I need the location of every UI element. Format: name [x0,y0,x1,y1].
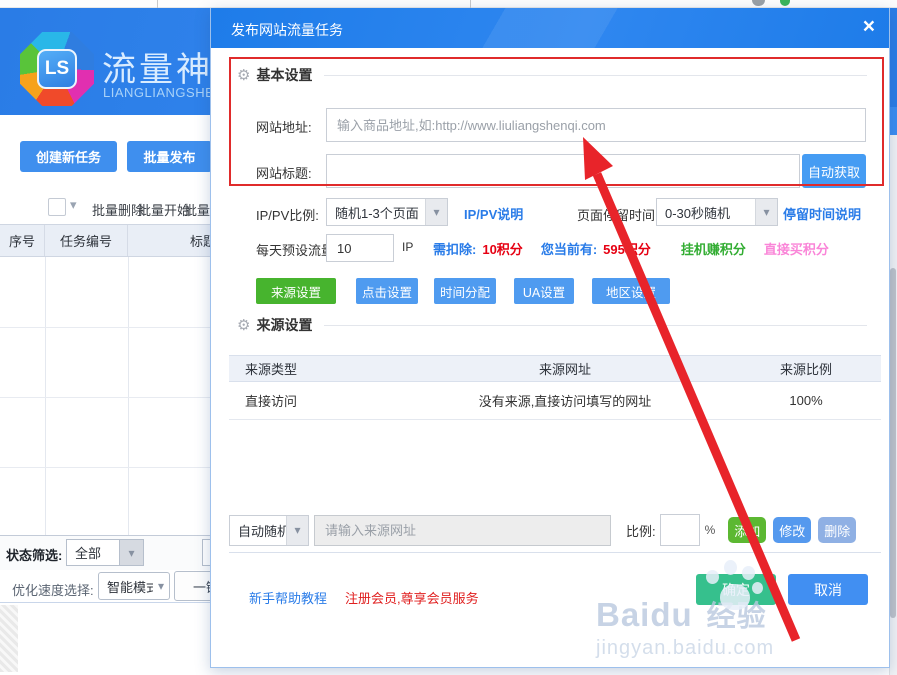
divider [324,75,867,76]
percent-sign: % [705,523,716,537]
status-dot-fragment [780,0,790,6]
dialog-title: 发布网站流量任务 [231,20,343,40]
strip-divider [157,0,158,8]
logo-monogram: LS [37,49,77,89]
confirm-button[interactable]: 确定 [696,574,776,605]
grid-line [0,327,210,328]
tab-ua-settings[interactable]: UA设置 [514,278,574,304]
speed-mode-value: 智能模式 [99,577,153,596]
chevron-down-icon[interactable]: ▾ [755,199,777,225]
status-filter-label: 状态筛选: [6,545,62,564]
col-source-url: 来源网址 [399,359,731,378]
section-title: 来源设置 [256,315,312,335]
divider [324,325,867,326]
ip-pv-label: IP/PV比例: [256,205,319,224]
deduct-label: 需扣除: [433,239,476,258]
status-filter-value: 全部 [67,543,119,562]
site-title-label: 网站标题: [256,163,312,182]
beginner-help-link[interactable]: 新手帮助教程 [249,588,327,607]
source-editor-row: 自动随机来源 ▾ 比例: % 添加 修改 删除 [229,508,881,552]
divider [0,602,210,603]
settings-gear-icon-fragment [752,0,765,6]
grid-line [45,257,46,535]
resize-texture [0,605,18,672]
column-header-index: 序号 [0,225,45,256]
points-info-row: 需扣除: 10积分 您当前有: 595积分 挂机赚积分 直接买积分 [433,239,829,258]
close-icon[interactable]: × [863,15,875,39]
chevron-down-icon[interactable]: ▾ [286,516,308,545]
source-type-value: 自动随机来源 [230,521,286,540]
scrollbar-thumb[interactable] [890,268,896,618]
earn-points-link[interactable]: 挂机赚积分 [681,239,746,258]
stay-time-value: 0-30秒随机 [657,203,755,222]
grid-line [0,397,210,398]
ip-pv-value: 随机1-3个页面 [327,203,425,222]
stay-time-help-link[interactable]: 停留时间说明 [783,204,861,223]
grid-line [128,257,129,535]
site-title-input[interactable] [326,154,800,188]
source-table: 来源类型 来源网址 来源比例 直接访问 没有来源,直接访问填写的网址 100% … [229,355,881,553]
tab-click-settings[interactable]: 点击设置 [356,278,418,304]
batch-publish-button[interactable]: 批量发布 [127,141,212,172]
cell-source-ratio: 100% [731,393,881,408]
grid-line [0,467,210,468]
tab-source-settings[interactable]: 来源设置 [256,278,336,304]
modify-source-button[interactable]: 修改 [773,517,811,543]
cell-source-type: 直接访问 [229,391,399,410]
source-settings-section-header: ⚙ 来源设置 [237,315,867,335]
gear-icon: ⚙ [237,66,250,84]
app-screen: LS 流量神器 LIANGLIANGSHENQI 创建新任务 批量发布 ▾ 批量… [0,0,897,675]
daily-traffic-unit: IP [402,240,413,254]
site-url-input[interactable] [326,108,866,142]
col-source-type: 来源类型 [229,359,399,378]
chevron-down-icon[interactable]: ▾ [119,540,143,565]
source-table-header: 来源类型 来源网址 来源比例 [229,355,881,382]
select-all-checkbox[interactable] [48,198,66,216]
speed-mode-select[interactable]: 智能模式 ▾ [98,572,170,600]
tab-region-settings[interactable]: 地区设置 [592,278,670,304]
watermark-url: jingyan.baidu.com [596,637,886,660]
balance-value: 595积分 [603,239,651,258]
speed-select-label: 优化速度选择: [12,580,94,599]
add-source-button[interactable]: 添加 [728,517,766,543]
daily-traffic-input[interactable] [326,234,394,262]
column-header-task-id: 任务编号 [45,225,128,256]
status-filter-select[interactable]: 全部 ▾ [66,539,144,566]
cell-source-url: 没有来源,直接访问填写的网址 [399,391,731,410]
member-register-link[interactable]: 注册会员,尊享会员服务 [345,588,479,607]
stay-time-select[interactable]: 0-30秒随机 ▾ [656,198,778,226]
section-title: 基本设置 [256,65,312,85]
source-url-input[interactable] [314,515,611,546]
batch-delete-link[interactable]: 批量删除 [92,200,144,219]
underlying-window-edge [889,107,897,135]
create-task-button[interactable]: 创建新任务 [20,141,117,172]
publish-task-dialog: 发布网站流量任务 × ⚙ 基本设置 网站地址: 网站标题: 自动获取 IP/PV… [210,8,890,668]
batch-start-link[interactable]: 批量开始 [138,200,190,219]
underlying-window-strip [0,0,897,8]
tab-time-allocation[interactable]: 时间分配 [434,278,496,304]
gear-icon: ⚙ [237,316,250,334]
stay-time-label: 页面停留时间: [577,205,659,224]
balance-label: 您当前有: [541,239,597,258]
ip-pv-help-link[interactable]: IP/PV说明 [464,204,523,223]
source-type-select[interactable]: 自动随机来源 ▾ [229,515,309,546]
basic-settings-section-header: ⚙ 基本设置 [237,65,867,85]
chevron-down-icon[interactable]: ▾ [425,199,447,225]
strip-divider [470,0,471,8]
table-row[interactable]: 直接访问 没有来源,直接访问填写的网址 100% [229,382,881,420]
table-empty-area [229,420,881,508]
chevron-down-icon[interactable]: ▾ [153,573,169,599]
ratio-input[interactable] [660,514,700,546]
delete-source-button[interactable]: 删除 [818,517,856,543]
footer-links: 新手帮助教程 注册会员,尊享会员服务 [249,588,479,607]
buy-points-link[interactable]: 直接买积分 [764,239,829,258]
ratio-label: 比例: [626,521,656,540]
col-source-ratio: 来源比例 [731,359,881,378]
ip-pv-select[interactable]: 随机1-3个页面 ▾ [326,198,448,226]
auto-fetch-button[interactable]: 自动获取 [802,154,866,188]
site-url-label: 网站地址: [256,117,312,136]
cancel-button[interactable]: 取消 [788,574,868,605]
deduct-value: 10积分 [482,239,522,258]
chevron-down-icon[interactable]: ▾ [70,197,77,213]
